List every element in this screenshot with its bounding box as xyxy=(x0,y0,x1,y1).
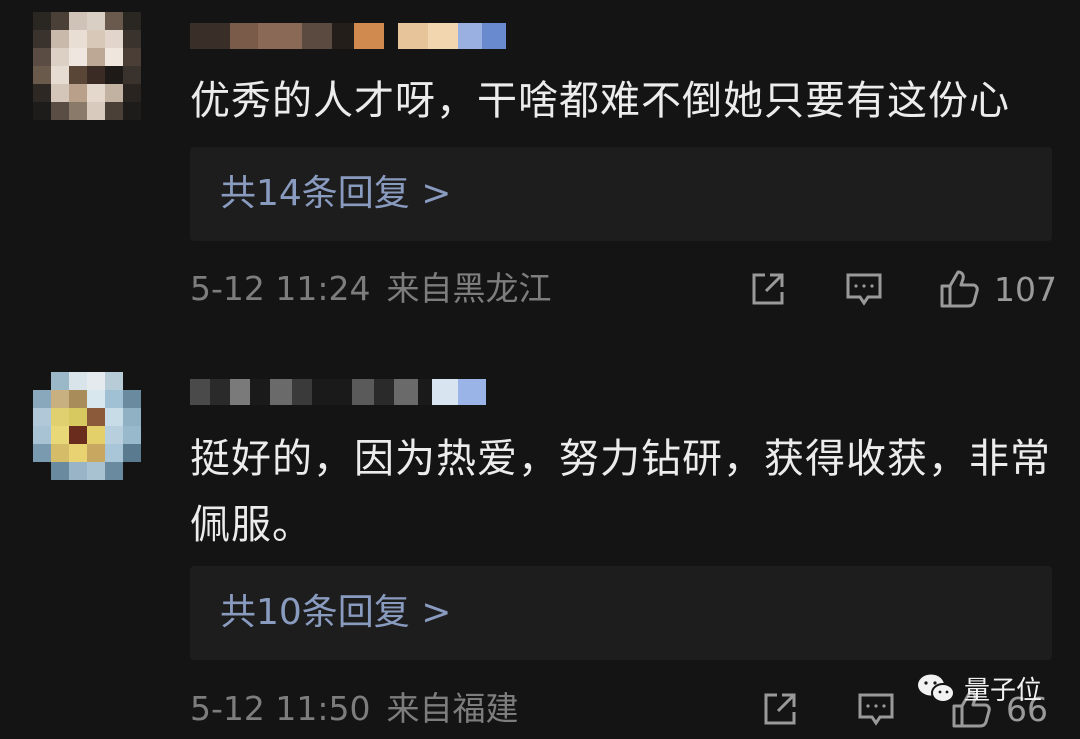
like-button[interactable]: 107 xyxy=(938,264,1057,314)
username-pixelated[interactable] xyxy=(190,16,506,56)
comment-time: 5-12 11:24 xyxy=(190,269,371,308)
like-count: 107 xyxy=(994,269,1057,309)
reply-count-label: 共14条回复 > xyxy=(220,173,452,214)
wechat-icon xyxy=(918,674,955,703)
avatar[interactable] xyxy=(33,372,141,480)
comment-text: 挺好的，因为热爱，努力钻研，获得收获，非常佩服。 xyxy=(190,436,1051,548)
comment-text: 优秀的人才呀，干啥都难不倒她只要有这份心 xyxy=(190,78,1010,124)
comment-time: 5-12 11:50 xyxy=(190,689,371,728)
reply-count-label: 共10条回复 > xyxy=(220,592,452,633)
comment-location: 来自黑龙江 xyxy=(386,269,552,308)
comment-icon xyxy=(846,273,882,306)
watermark-label: 量子位 xyxy=(964,676,1043,706)
share-icon xyxy=(752,273,784,305)
thumbs-up-icon xyxy=(940,270,979,308)
comment-item: 优秀的人才呀，干啥都难不倒她只要有这份心 共14条回复 > 5-12 11:24… xyxy=(0,0,1080,330)
comment-meta: 5-12 11:50 来自福建 xyxy=(190,684,519,734)
reply-button[interactable] xyxy=(856,684,896,734)
comment-meta: 5-12 11:24 来自黑龙江 xyxy=(190,264,552,314)
share-button[interactable] xyxy=(748,264,788,314)
share-icon xyxy=(764,693,796,725)
view-replies-button[interactable]: 共14条回复 > xyxy=(190,147,1052,241)
avatar[interactable] xyxy=(33,12,141,120)
comment-icon xyxy=(858,693,894,726)
username-pixelated[interactable] xyxy=(190,372,486,412)
comment-location: 来自福建 xyxy=(386,689,519,728)
reply-button[interactable] xyxy=(844,264,884,314)
share-button[interactable] xyxy=(760,684,800,734)
watermark: 量子位 xyxy=(916,670,1042,707)
view-replies-button[interactable]: 共10条回复 > xyxy=(190,566,1052,660)
